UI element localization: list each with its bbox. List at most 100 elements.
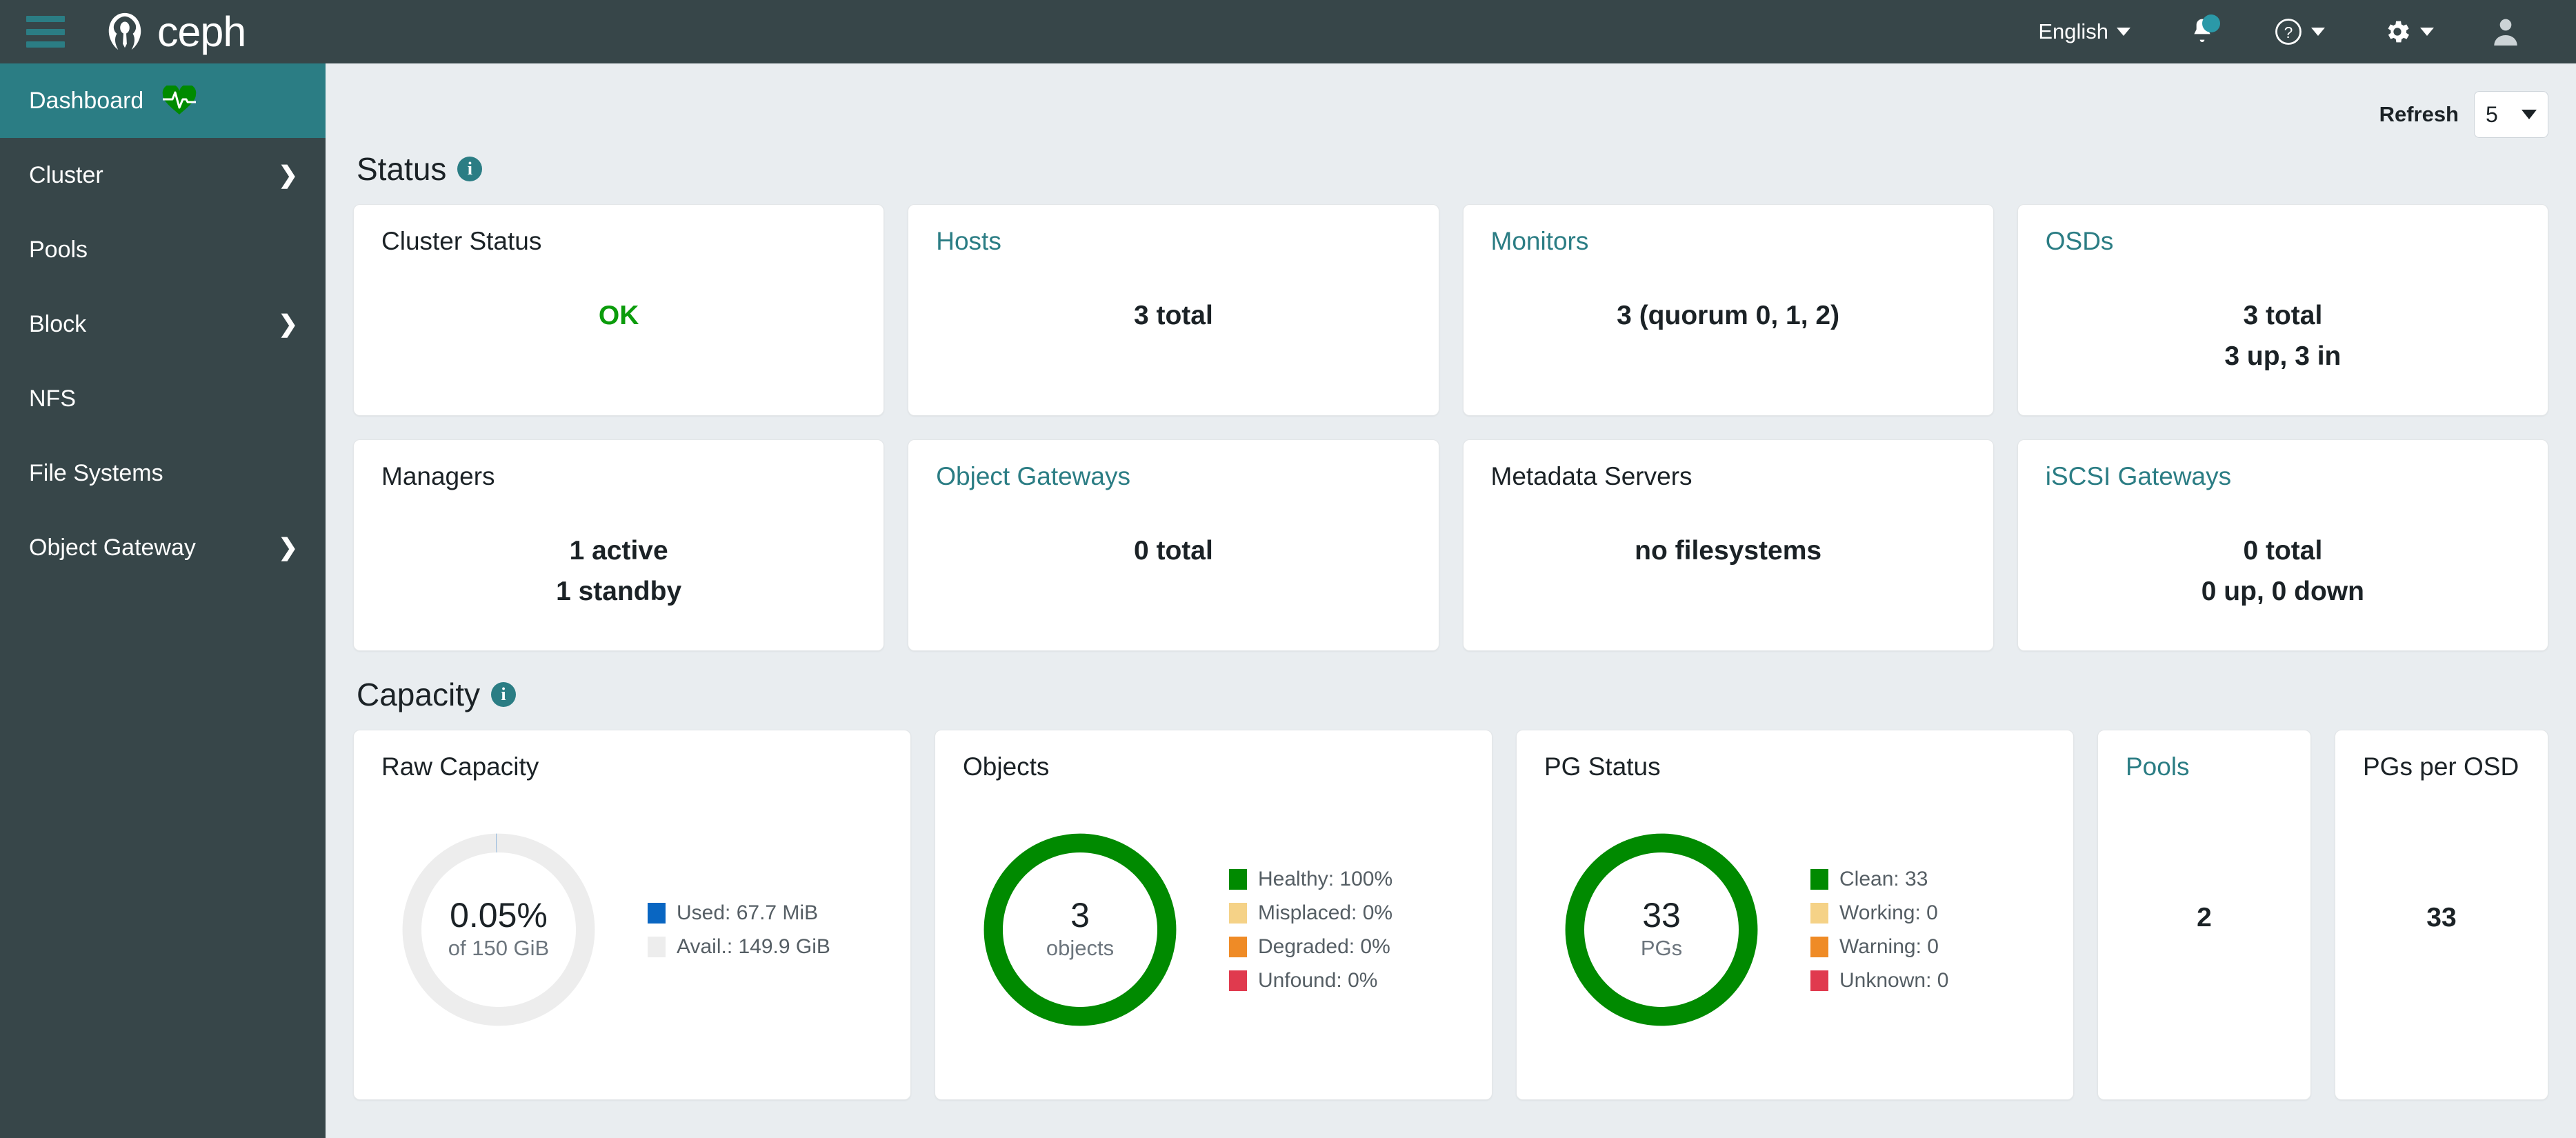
notification-badge <box>2202 14 2220 32</box>
legend-swatch <box>648 902 666 924</box>
card-hosts[interactable]: Hosts 3 total <box>908 204 1439 416</box>
gear-icon <box>2388 21 2409 43</box>
card-value: 33 <box>2426 903 2457 932</box>
card-value: 3 total <box>1133 301 1213 330</box>
chevron-right-icon: ❯ <box>278 535 299 561</box>
card-value-group: 3 total 3 up, 3 in <box>2018 296 2548 377</box>
card-value: 3 (quorum 0, 1, 2) <box>1617 301 1840 330</box>
sidebar-item-cluster[interactable]: Cluster ❯ <box>0 138 326 212</box>
raw-capacity-donut: 0.05% of 150 GiB <box>388 819 609 1040</box>
chevron-down-icon <box>2311 28 2325 36</box>
legend-label: Degraded: 0% <box>1258 935 1390 958</box>
donut-main-value: 33 <box>1642 896 1681 935</box>
legend-swatch <box>1229 936 1247 957</box>
legend-label: Working: 0 <box>1839 901 1938 924</box>
capacity-cards-row: Raw Capacity 0.05% of 150 GiB Used: 67.7… <box>343 730 2559 1100</box>
refresh-interval-select[interactable]: 5 <box>2474 91 2548 138</box>
legend-swatch <box>1229 868 1247 890</box>
card-value: 3 up, 3 in <box>2224 341 2342 371</box>
donut-main-value: 3 <box>1070 896 1090 935</box>
card-value-group: OK <box>354 296 883 337</box>
chevron-right-icon: ❯ <box>278 311 299 337</box>
sidebar-item-label: Cluster <box>29 161 103 188</box>
legend-label: Avail.: 149.9 GiB <box>677 935 830 958</box>
legend-item: Healthy: 100% <box>1229 868 1392 891</box>
card-title: Objects <box>963 752 1050 781</box>
help-menu[interactable]: ? <box>2245 0 2354 63</box>
language-label: English <box>2038 19 2108 43</box>
donut-sub-value: objects <box>1046 936 1115 961</box>
card-metadata-servers[interactable]: Metadata Servers no filesystems <box>1462 439 1994 651</box>
sidebar-item-block[interactable]: Block ❯ <box>0 287 326 361</box>
brand[interactable]: ceph <box>103 10 246 53</box>
card-pg-status[interactable]: PG Status 33 PGs Clean: 33 Working: 0 Wa… <box>1516 730 2074 1100</box>
legend-item: Used: 67.7 MiB <box>648 901 830 925</box>
settings-menu[interactable] <box>2354 0 2463 63</box>
card-raw-capacity[interactable]: Raw Capacity 0.05% of 150 GiB Used: 67.7… <box>353 730 911 1100</box>
main-content: Refresh 5 Status i Cluster Status OK Hos… <box>326 63 2576 1138</box>
card-value: 0 total <box>1133 536 1213 566</box>
card-title: Cluster Status <box>381 227 542 255</box>
notifications-button[interactable] <box>2159 0 2245 63</box>
donut-main-value: 0.05% <box>450 896 548 935</box>
user-menu[interactable] <box>2463 0 2548 63</box>
sidebar-item-object-gateway[interactable]: Object Gateway ❯ <box>0 510 326 585</box>
help-circle-icon: ? <box>2275 19 2302 45</box>
card-monitors[interactable]: Monitors 3 (quorum 0, 1, 2) <box>1462 204 1994 416</box>
card-managers[interactable]: Managers 1 active 1 standby <box>353 439 885 651</box>
sidebar-item-label: File Systems <box>29 459 163 486</box>
card-title-link[interactable]: OSDs <box>2046 227 2520 256</box>
sidebar-item-nfs[interactable]: NFS <box>0 361 326 436</box>
card-title-link[interactable]: Monitors <box>1491 227 1966 256</box>
chevron-down-icon <box>2117 28 2130 36</box>
hamburger-menu-icon[interactable] <box>26 16 65 48</box>
ceph-logo-icon <box>108 12 141 50</box>
sidebar-item-pools[interactable]: Pools <box>0 212 326 287</box>
card-title: Managers <box>381 462 495 490</box>
user-avatar-icon <box>2494 19 2517 46</box>
pg-status-chart: 33 PGs Clean: 33 Working: 0 Warning: 0 U… <box>1544 781 2046 1078</box>
card-title: Metadata Servers <box>1490 462 1693 490</box>
legend-item: Unfound: 0% <box>1229 969 1392 992</box>
card-pgs-per-osd[interactable]: PGs per OSD 33 <box>2335 730 2548 1100</box>
top-navbar: ceph English ? <box>0 0 2576 63</box>
card-iscsi-gateways[interactable]: iSCSI Gateways 0 total 0 up, 0 down <box>2017 439 2548 651</box>
status-section-title: Status i <box>357 150 2559 188</box>
card-cluster-status[interactable]: Cluster Status OK <box>353 204 885 416</box>
card-title: PG Status <box>1544 752 1661 781</box>
language-selector[interactable]: English <box>2009 0 2159 63</box>
sidebar-item-file-systems[interactable]: File Systems <box>0 436 326 510</box>
card-title-link[interactable]: iSCSI Gateways <box>2046 462 2520 491</box>
card-title-link[interactable]: Pools <box>2126 752 2283 781</box>
donut-sub-value: of 150 GiB <box>448 936 550 961</box>
legend-item: Misplaced: 0% <box>1229 901 1392 925</box>
objects-chart: 3 objects Healthy: 100% Misplaced: 0% De… <box>963 781 1464 1078</box>
card-value-group: no filesystems <box>1464 531 1993 572</box>
legend-item: Working: 0 <box>1810 901 1948 925</box>
status-cards-row-2: Managers 1 active 1 standby Object Gatew… <box>343 439 2559 651</box>
legend-swatch <box>1229 902 1247 924</box>
raw-capacity-legend: Used: 67.7 MiB Avail.: 149.9 GiB <box>648 901 830 959</box>
card-pools[interactable]: Pools 2 <box>2097 730 2311 1100</box>
sidebar-item-dashboard[interactable]: Dashboard <box>0 63 326 138</box>
sidebar: Dashboard Cluster ❯ Pools Block ❯ NFS Fi… <box>0 63 326 1138</box>
legend-swatch <box>1810 936 1828 957</box>
card-value: 0 total <box>2243 536 2323 566</box>
card-title-link[interactable]: Object Gateways <box>936 462 1410 491</box>
section-label: Capacity <box>357 677 480 712</box>
card-object-gateways[interactable]: Object Gateways 0 total <box>908 439 1439 651</box>
info-icon[interactable]: i <box>490 682 516 707</box>
refresh-interval-value: 5 <box>2486 101 2498 127</box>
legend-label: Warning: 0 <box>1839 935 1939 958</box>
card-value-group: 0 total <box>908 531 1438 572</box>
card-osds[interactable]: OSDs 3 total 3 up, 3 in <box>2017 204 2548 416</box>
info-icon[interactable]: i <box>457 157 483 181</box>
card-title: Raw Capacity <box>381 752 539 781</box>
heartbeat-icon <box>161 86 197 116</box>
sidebar-item-label: Object Gateway <box>29 534 196 561</box>
donut-center-label: 3 objects <box>970 819 1190 1040</box>
card-value: 0 up, 0 down <box>2201 576 2364 606</box>
card-objects[interactable]: Objects 3 objects Healthy: 100% Misplace… <box>935 730 1492 1100</box>
legend-label: Clean: 33 <box>1839 867 1928 890</box>
card-title-link[interactable]: Hosts <box>936 227 1410 256</box>
